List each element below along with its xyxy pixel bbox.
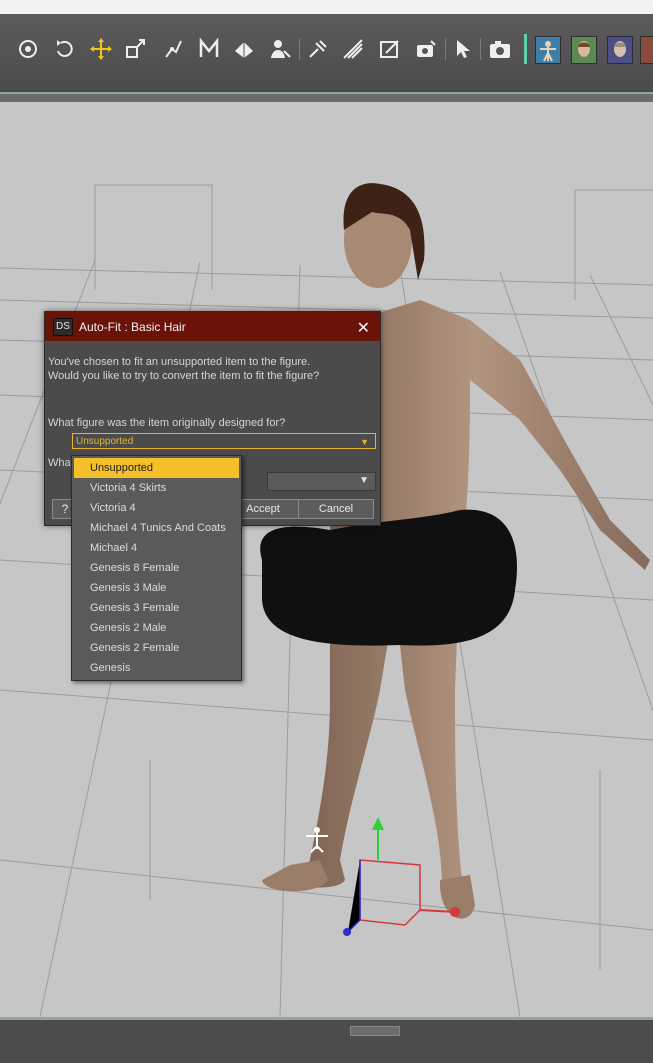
original-figure-select[interactable]: Unsupported ▼ xyxy=(72,433,376,449)
toolbar-separator xyxy=(480,38,481,60)
ds-logo: DS xyxy=(53,317,73,336)
dialog-message-line-2: Would you like to try to convert the ite… xyxy=(48,370,320,382)
dropdown-option-victoria-4-skirts[interactable]: Victoria 4 Skirts xyxy=(72,478,241,498)
toolbar-separator-accent xyxy=(524,34,527,64)
main-toolbar xyxy=(0,14,653,94)
universal-translate-tool-icon[interactable] xyxy=(88,36,114,62)
cancel-button[interactable]: Cancel xyxy=(298,499,374,519)
original-figure-question: What figure was the item originally desi… xyxy=(48,417,286,429)
dropdown-option-genesis[interactable]: Genesis xyxy=(72,658,241,678)
hair-object-black[interactable] xyxy=(260,509,517,646)
dialog-title: Auto-Fit : Basic Hair xyxy=(79,319,186,334)
figure-tool-icon[interactable] xyxy=(267,36,293,62)
chevron-down-icon: ▼ xyxy=(360,437,369,447)
item-type-select[interactable]: ▼ xyxy=(267,472,376,491)
scale-tool-icon[interactable] xyxy=(123,36,149,62)
camera-tool-icon[interactable] xyxy=(413,36,439,62)
dropdown-option-michael-4[interactable]: Michael 4 xyxy=(72,538,241,558)
dialog-message: You've chosen to fit an unsupported item… xyxy=(48,355,319,383)
toolbar-separator xyxy=(299,38,300,60)
geometry-editor-icon[interactable] xyxy=(305,36,331,62)
pane-resize-handle[interactable] xyxy=(350,1026,400,1036)
dialog-message-line-1: You've chosen to fit an unsupported item… xyxy=(48,356,311,368)
figure-dropdown-list: Unsupported Victoria 4 Skirts Victoria 4… xyxy=(71,455,242,681)
original-figure-select-value: Unsupported xyxy=(76,436,134,447)
chevron-down-icon: ▼ xyxy=(359,475,369,486)
second-question-label: What xyxy=(48,457,74,469)
dropdown-option-genesis-2-male[interactable]: Genesis 2 Male xyxy=(72,618,241,638)
dropdown-option-genesis-3-female[interactable]: Genesis 3 Female xyxy=(72,598,241,618)
bottom-pane-bar xyxy=(0,1017,653,1063)
toolbar-separator xyxy=(445,38,446,60)
dropdown-option-victoria-4[interactable]: Victoria 4 xyxy=(72,498,241,518)
rotate-tool-icon[interactable] xyxy=(51,36,77,62)
region-navigator-icon[interactable] xyxy=(377,36,403,62)
window-top-strip xyxy=(0,0,653,14)
dropdown-option-genesis-2-female[interactable]: Genesis 2 Female xyxy=(72,638,241,658)
surface-selection-tool-icon[interactable] xyxy=(231,36,257,62)
dropdown-option-genesis-8-female[interactable]: Genesis 8 Female xyxy=(72,558,241,578)
close-icon[interactable]: ✕ xyxy=(357,318,370,338)
morph-tool-icon[interactable] xyxy=(196,36,222,62)
orbit-tool-icon[interactable] xyxy=(15,36,41,62)
figure-thumbnail-3[interactable] xyxy=(607,36,633,64)
dialog-title-bar[interactable]: DS Auto-Fit : Basic Hair ✕ xyxy=(45,312,380,341)
figure-thumbnail-2[interactable] xyxy=(571,36,597,64)
spot-render-tool-icon[interactable] xyxy=(340,36,366,62)
joint-editor-tool-icon[interactable] xyxy=(160,36,186,62)
render-camera-icon[interactable] xyxy=(487,36,513,62)
pointer-tool-icon[interactable] xyxy=(450,36,476,62)
dropdown-option-michael-4-tunics[interactable]: Michael 4 Tunics And Coats xyxy=(72,518,241,538)
3d-viewport[interactable]: DS Auto-Fit : Basic Hair ✕ You've chosen… xyxy=(0,102,653,1017)
dropdown-option-unsupported[interactable]: Unsupported xyxy=(74,458,239,478)
dropdown-option-genesis-3-male[interactable]: Genesis 3 Male xyxy=(72,578,241,598)
figure-thumbnail-4[interactable] xyxy=(640,36,653,64)
figure-thumbnail-1[interactable] xyxy=(535,36,561,64)
